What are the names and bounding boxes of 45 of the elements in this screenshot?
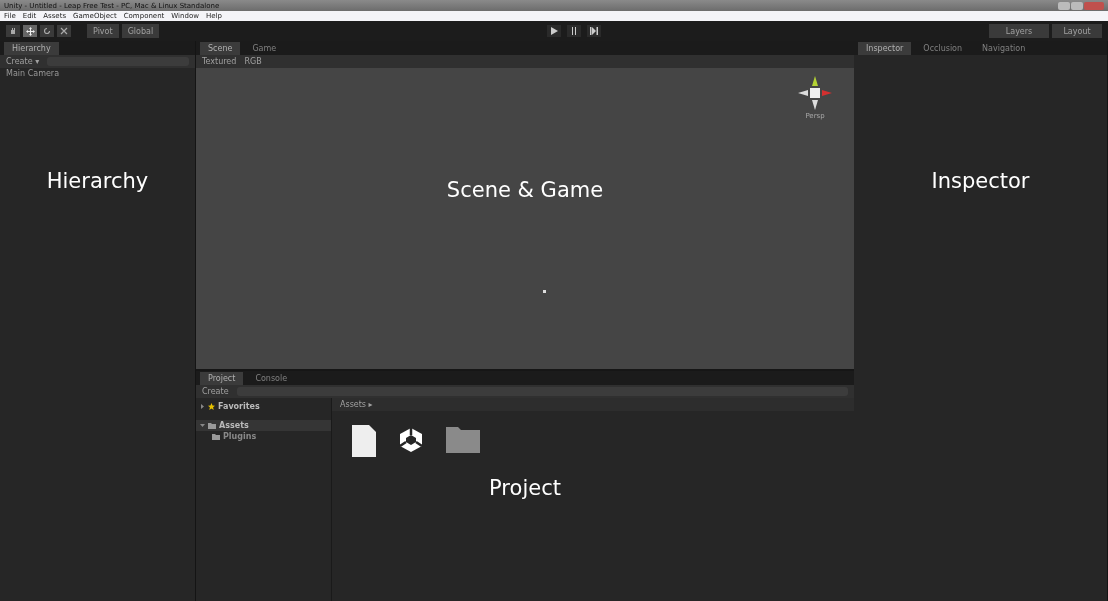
pause-icon	[570, 27, 579, 35]
file-icon[interactable]	[352, 425, 376, 457]
panel-label: Hierarchy	[46, 169, 149, 193]
space-button[interactable]: Global	[121, 24, 160, 38]
tree-item[interactable]: Plugins	[223, 432, 257, 441]
tool-button[interactable]	[57, 25, 71, 37]
tree-item[interactable]: Favorites	[218, 402, 260, 411]
hand-icon	[9, 27, 17, 35]
pivot-button[interactable]: Pivot	[87, 24, 119, 38]
layout-dropdown[interactable]: Layout	[1052, 24, 1102, 38]
tool-button[interactable]	[23, 25, 37, 37]
scale-icon	[60, 27, 68, 35]
panel-label: Inspector	[931, 169, 1030, 193]
caret-icon[interactable]	[200, 404, 205, 409]
project-tab[interactable]: Project	[200, 372, 244, 385]
tool-button[interactable]	[6, 25, 20, 37]
panel-label: Project	[489, 476, 561, 500]
inspector-tab[interactable]: Navigation	[974, 42, 1034, 55]
create-dropdown[interactable]: Create	[202, 387, 229, 396]
shading-dropdown[interactable]: Textured	[202, 57, 237, 66]
hierarchy-tab[interactable]: Hierarchy	[4, 42, 59, 55]
move-icon	[25, 26, 35, 36]
play-button[interactable]	[547, 25, 562, 37]
caret-icon[interactable]	[200, 423, 205, 428]
scene-tab[interactable]: Game	[244, 42, 285, 55]
play-icon	[550, 27, 559, 35]
panel-label: Scene & Game	[446, 178, 604, 202]
step-icon	[590, 27, 599, 35]
tree-item[interactable]: Assets	[219, 421, 249, 430]
star-icon	[208, 403, 215, 410]
inspector-tab[interactable]: Inspector	[858, 42, 912, 55]
pause-button[interactable]	[567, 25, 582, 37]
tool-button[interactable]	[40, 25, 54, 37]
inspector-tab[interactable]: Occlusion	[915, 42, 971, 55]
step-button[interactable]	[587, 25, 602, 37]
hierarchy-item[interactable]: Main Camera	[0, 68, 66, 79]
axis-gizmo-icon[interactable]	[798, 76, 832, 110]
layers-dropdown[interactable]: Layers	[989, 24, 1049, 38]
project-tab[interactable]: Console	[247, 372, 296, 385]
create-dropdown[interactable]: Create ▾	[6, 57, 40, 66]
breadcrumb[interactable]: Assets ▸	[340, 400, 373, 409]
rotate-icon	[43, 27, 51, 35]
folder-icon[interactable]	[446, 425, 480, 453]
render-mode-dropdown[interactable]: RGB	[244, 57, 262, 66]
scene-tab[interactable]: Scene	[200, 42, 241, 55]
